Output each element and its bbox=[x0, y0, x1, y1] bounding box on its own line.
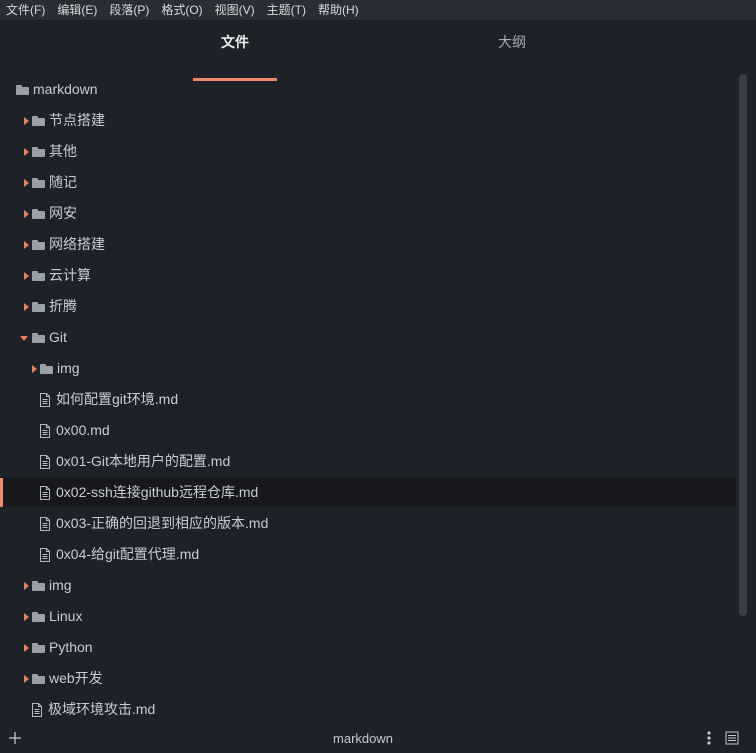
tree-folder-item[interactable]: Linux bbox=[0, 602, 736, 631]
tree-folder-item[interactable]: 折腾 bbox=[0, 292, 736, 321]
tree-item-label: 随记 bbox=[49, 174, 77, 190]
folder-icon bbox=[32, 301, 45, 312]
tree-file-item[interactable]: 0x03-正确的回退到相应的版本.md bbox=[0, 509, 736, 538]
tree-item-label: Python bbox=[49, 639, 93, 655]
tree-file-item-active[interactable]: 0x02-ssh连接github远程仓库.md bbox=[0, 478, 736, 507]
menu-edit[interactable]: 编辑(E) bbox=[51, 0, 103, 20]
tree-folder-item[interactable]: 网安 bbox=[0, 199, 736, 228]
tree-folder-item-git[interactable]: Git bbox=[0, 323, 736, 352]
tree-item-label: web开发 bbox=[49, 670, 103, 686]
tab-files[interactable]: 文件 bbox=[193, 20, 277, 64]
menu-theme[interactable]: 主题(T) bbox=[261, 0, 312, 20]
caret-right-icon[interactable] bbox=[22, 612, 32, 622]
typora-sidebar-window: 文件(F) 编辑(E) 段落(P) 格式(O) 视图(V) 主题(T) 帮助(H… bbox=[0, 0, 756, 753]
folder-icon bbox=[32, 580, 45, 591]
tree-file-item[interactable]: 0x01-Git本地用户的配置.md bbox=[0, 447, 736, 476]
tree-item-label: Git bbox=[49, 329, 67, 345]
folder-icon bbox=[32, 270, 45, 281]
folder-icon bbox=[32, 611, 45, 622]
menu-file[interactable]: 文件(F) bbox=[0, 0, 51, 20]
more-vertical-icon[interactable] bbox=[704, 730, 714, 746]
file-tree: markdown 节点搭建 其他 随记 网安 网络搭建 云计算 折腾 Git i… bbox=[0, 74, 736, 725]
folder-icon bbox=[32, 115, 45, 126]
caret-right-icon[interactable] bbox=[22, 209, 32, 219]
tree-item-label: 其他 bbox=[49, 143, 77, 159]
list-icon[interactable] bbox=[725, 731, 739, 745]
tree-folder-item[interactable]: 网络搭建 bbox=[0, 230, 736, 259]
file-icon bbox=[40, 392, 50, 407]
folder-icon bbox=[16, 84, 29, 95]
tree-folder-item[interactable]: img bbox=[0, 354, 736, 383]
tree-file-item[interactable]: 如何配置git环境.md bbox=[0, 385, 736, 414]
menu-bar: 文件(F) 编辑(E) 段落(P) 格式(O) 视图(V) 主题(T) 帮助(H… bbox=[0, 0, 756, 20]
folder-icon bbox=[32, 208, 45, 219]
tree-folder-item[interactable]: 其他 bbox=[0, 137, 736, 166]
active-file-marker bbox=[0, 478, 3, 507]
caret-right-icon[interactable] bbox=[22, 178, 32, 188]
caret-right-icon[interactable] bbox=[22, 674, 32, 684]
folder-icon bbox=[32, 177, 45, 188]
tree-file-item[interactable]: 极域环境攻击.md bbox=[0, 695, 736, 724]
sidebar-scrollbar[interactable] bbox=[739, 74, 747, 616]
tree-root-markdown[interactable]: markdown bbox=[0, 75, 736, 104]
tree-item-label: 折腾 bbox=[49, 298, 77, 314]
tree-item-label: 0x03-正确的回退到相应的版本.md bbox=[56, 515, 269, 531]
caret-right-icon[interactable] bbox=[22, 271, 32, 281]
tree-item-label: 0x01-Git本地用户的配置.md bbox=[56, 453, 231, 469]
folder-icon bbox=[40, 363, 53, 374]
tree-item-label: 网安 bbox=[49, 205, 77, 221]
caret-right-icon[interactable] bbox=[22, 116, 32, 126]
file-icon bbox=[40, 516, 50, 531]
file-icon bbox=[32, 702, 42, 717]
tree-item-label: 极域环境攻击.md bbox=[48, 701, 156, 717]
caret-down-icon[interactable] bbox=[20, 333, 30, 343]
tree-item-label: 如何配置git环境.md bbox=[56, 391, 179, 407]
folder-icon bbox=[32, 642, 45, 653]
caret-right-icon[interactable] bbox=[22, 240, 32, 250]
tree-folder-item[interactable]: img bbox=[0, 571, 736, 600]
tree-folder-item[interactable]: Python bbox=[0, 633, 736, 662]
tree-item-label: markdown bbox=[33, 81, 98, 97]
tree-folder-item[interactable]: web开发 bbox=[0, 664, 736, 693]
tree-item-label: img bbox=[49, 577, 72, 593]
tree-item-label: 节点搭建 bbox=[49, 112, 105, 128]
caret-right-icon[interactable] bbox=[22, 147, 32, 157]
plus-icon[interactable] bbox=[7, 730, 23, 746]
file-icon bbox=[40, 423, 50, 438]
tree-item-label: 网络搭建 bbox=[49, 236, 105, 252]
tree-item-label: img bbox=[57, 360, 80, 376]
tree-folder-item[interactable]: 随记 bbox=[0, 168, 736, 197]
tree-item-label: 0x04-给git配置代理.md bbox=[56, 546, 200, 562]
tree-file-item[interactable]: 0x00.md bbox=[0, 416, 736, 445]
file-icon bbox=[40, 547, 50, 562]
caret-right-icon[interactable] bbox=[22, 643, 32, 653]
tree-item-label: 云计算 bbox=[49, 267, 91, 283]
sidebar-footer: markdown bbox=[0, 725, 756, 753]
tree-item-label: Linux bbox=[49, 608, 83, 624]
caret-right-icon[interactable] bbox=[22, 302, 32, 312]
tab-outline[interactable]: 大纲 bbox=[470, 20, 554, 64]
footer-folder-name[interactable]: markdown bbox=[300, 731, 426, 746]
menu-paragraph[interactable]: 段落(P) bbox=[103, 0, 155, 20]
tree-file-item[interactable]: 0x04-给git配置代理.md bbox=[0, 540, 736, 569]
tree-folder-item[interactable]: 云计算 bbox=[0, 261, 736, 290]
tree-item-label: 0x00.md bbox=[56, 422, 110, 438]
folder-icon bbox=[32, 673, 45, 684]
menu-format[interactable]: 格式(O) bbox=[155, 0, 208, 20]
menu-view[interactable]: 视图(V) bbox=[209, 0, 261, 20]
tree-item-label: 0x02-ssh连接github远程仓库.md bbox=[56, 484, 259, 500]
folder-icon bbox=[32, 239, 45, 250]
sidebar-tabs: 文件 大纲 bbox=[0, 20, 756, 81]
folder-icon bbox=[32, 332, 45, 343]
caret-right-icon[interactable] bbox=[30, 364, 40, 374]
file-icon bbox=[40, 485, 50, 500]
folder-icon bbox=[32, 146, 45, 157]
tree-folder-item[interactable]: 节点搭建 bbox=[0, 106, 736, 135]
menu-help[interactable]: 帮助(H) bbox=[312, 0, 365, 20]
file-icon bbox=[40, 454, 50, 469]
caret-right-icon[interactable] bbox=[22, 581, 32, 591]
